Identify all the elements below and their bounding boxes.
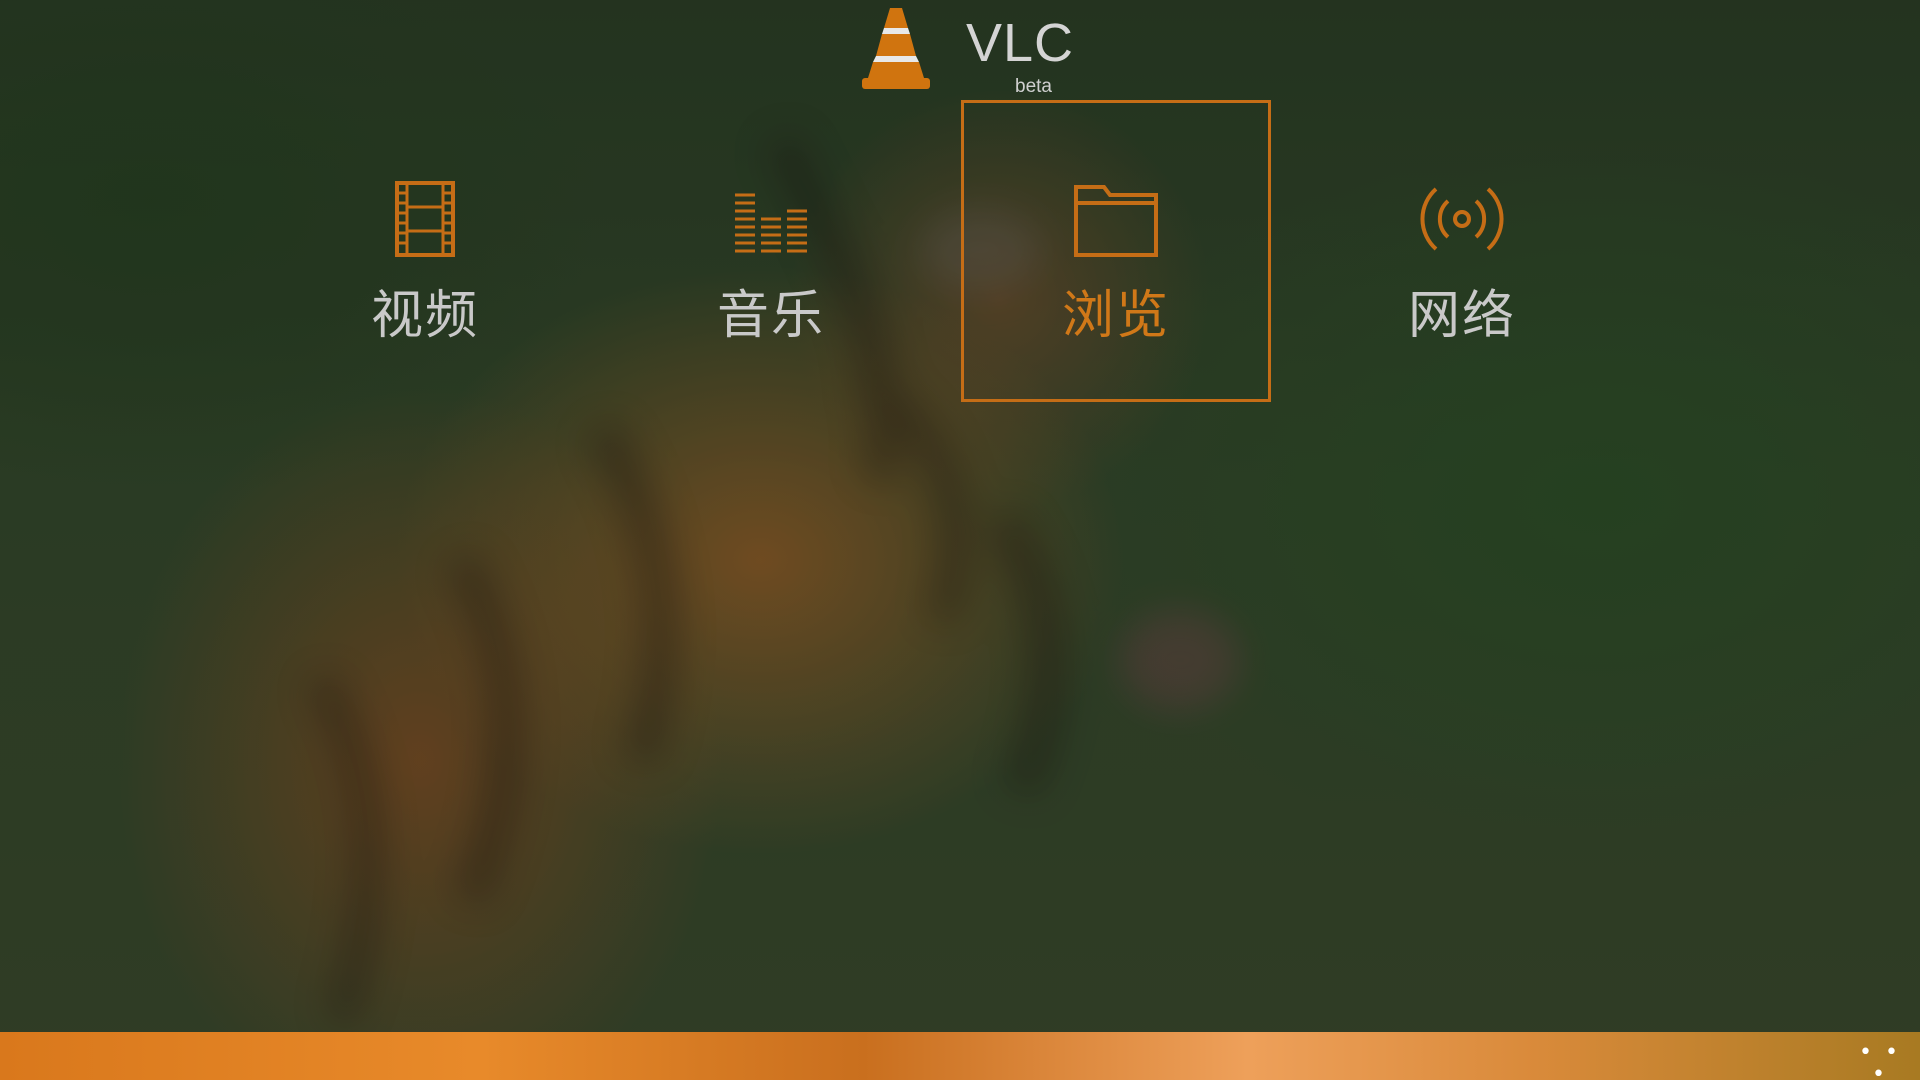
nav-item-video[interactable]: 视频 — [270, 100, 580, 402]
film-icon — [395, 181, 455, 257]
nav-item-label: 音乐 — [716, 286, 825, 346]
vlc-cone-icon — [862, 8, 930, 89]
bottom-app-bar: • • • — [0, 1032, 1920, 1080]
nav-item-browse[interactable]: 浏览 — [961, 100, 1271, 402]
broadcast-icon — [1420, 187, 1504, 251]
ellipsis-icon[interactable]: • • • — [1858, 1042, 1902, 1080]
main-navigation: 视频 音乐 浏览 网络 — [0, 100, 1920, 406]
vlc-app: VLC beta 视频 音乐 浏览 网络 • • • — [0, 0, 1920, 1080]
nav-item-music[interactable]: 音乐 — [616, 100, 926, 402]
app-logo: VLC beta — [860, 6, 1100, 98]
app-title: VLC — [966, 13, 1075, 73]
nav-item-label: 浏览 — [1061, 286, 1170, 346]
folder-icon — [1074, 185, 1158, 257]
app-subtitle: beta — [1015, 76, 1052, 97]
nav-item-network[interactable]: 网络 — [1307, 100, 1617, 402]
nav-item-label: 视频 — [370, 286, 479, 346]
nav-item-label: 网络 — [1407, 286, 1516, 346]
equalizer-icon — [735, 193, 807, 253]
